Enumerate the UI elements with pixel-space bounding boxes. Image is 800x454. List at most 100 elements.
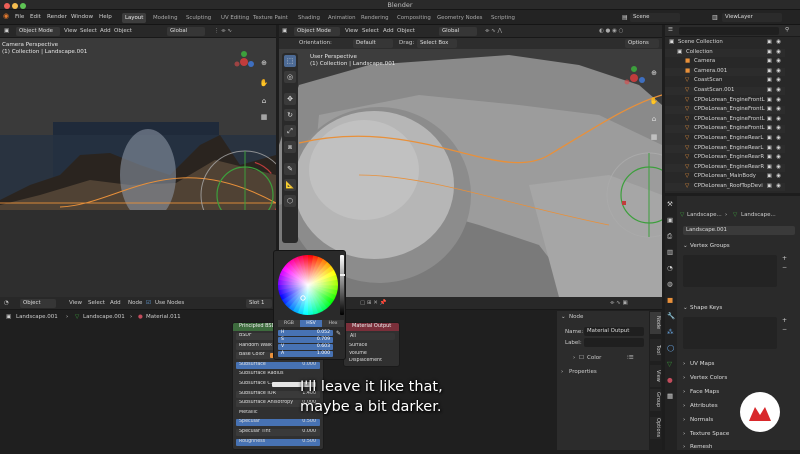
menu-window[interactable]: Window [71,14,93,20]
render-camera-icon[interactable]: ▣ [767,145,772,151]
outliner-row[interactable]: ▽ CoastScan ◉ ▣ [665,77,785,85]
main-zoom-icon[interactable]: ⊕ [648,67,660,79]
outliner-filter-icon[interactable]: ⚲ [785,27,789,33]
visibility-eye-icon[interactable]: ◉ [776,145,781,151]
editor-type-icon[interactable]: ▣ [4,28,9,34]
outliner-row[interactable]: ▽ CPDeLorean_MainBody ◉ ▣ [665,173,785,181]
output-props-icon[interactable]: ⎙ [667,232,672,241]
render-camera-icon[interactable]: ▣ [767,68,772,74]
snap-icon[interactable]: ⋮ ⌯ ∿ [214,28,232,35]
main-snap-icon[interactable]: ⌯ ∿ ⋀ [485,28,502,35]
color-field-v[interactable]: V 0.603 [278,344,333,350]
drag-selector[interactable]: Select Box [417,39,457,48]
left-transform-orientation[interactable]: Global [167,27,205,36]
view-layer-props-icon[interactable]: ▥ [667,248,673,256]
visibility-eye-icon[interactable]: ◉ [776,125,781,131]
principled-input-row[interactable]: Specular Tint 0.000 [236,429,320,436]
material-slot-selector[interactable]: Slot 1 [246,299,272,308]
principled-input-row[interactable]: Roughness 0.500 [236,438,320,446]
outliner-row[interactable]: ▽ CPDeLorean_EngineRearR ◉ ▣ [665,154,785,162]
color-wheel[interactable] [277,254,339,316]
menu-edit[interactable]: Edit [30,14,41,20]
render-camera-icon[interactable]: ▣ [767,135,772,141]
zoom-icon[interactable]: ⊕ [258,57,270,69]
breadcrumb-data[interactable]: Landscape... [741,212,776,218]
sidebar-tab-tool[interactable]: Tool [650,339,661,361]
outliner-search-input[interactable] [679,27,779,35]
main-editor-type-icon[interactable]: ▣ [282,28,287,34]
node-section-chevron-icon[interactable]: ⌄ [561,314,566,320]
left-mode-selector[interactable]: Object Mode [16,27,60,36]
output-target-selector[interactable]: All [347,333,395,340]
mesh-data-props-icon[interactable]: ▽ [667,360,672,368]
use-nodes-checkbox-icon[interactable]: ☑ [146,300,151,306]
render-camera-icon[interactable]: ▣ [767,106,772,112]
visibility-eye-icon[interactable]: ◉ [776,154,781,160]
sidebar-tab-group[interactable]: Group [650,389,661,411]
node-editor-type-icon[interactable]: ◔ [4,300,9,306]
value-slider-handle[interactable] [340,274,345,276]
mesh-data-name-field[interactable]: Landscape.001 [683,226,795,235]
render-camera-icon[interactable]: ▣ [767,87,772,93]
scene-selector[interactable]: Scene [630,13,680,22]
camera-view-icon[interactable]: ⌂ [258,95,270,107]
visibility-eye-icon[interactable]: ◉ [776,68,781,74]
use-nodes-label[interactable]: Use Nodes [155,300,184,306]
outliner-row[interactable]: ▽ CPDeLorean_EngineRearR ◉ ▣ [665,163,785,172]
render-camera-icon[interactable]: ▣ [767,39,772,45]
properties-chevron-icon[interactable]: › [561,369,563,375]
list-add-icon[interactable]: + [782,317,787,324]
list-add-icon[interactable]: + [782,255,787,262]
outliner-row[interactable]: ▣ Scene Collection ◉ ▣ [665,39,785,47]
visibility-eye-icon[interactable]: ◉ [776,97,781,103]
outliner-row[interactable]: ▽ CPDeLorean_EngineFrontL ◉ ▣ [665,97,785,105]
output-socket-row[interactable]: Displacement [347,358,396,365]
menu-file[interactable]: File [15,14,24,20]
main-menu-view[interactable]: View [345,28,358,34]
node-menu-view[interactable]: View [69,300,82,306]
physics-props-icon[interactable]: ◯ [667,344,674,352]
visibility-eye-icon[interactable]: ◉ [776,58,781,64]
visibility-eye-icon[interactable]: ◉ [776,39,781,45]
main-menu-add[interactable]: Add [383,28,394,34]
main-menu-object[interactable]: Object [397,28,415,34]
tab-rgb[interactable]: RGB [278,320,300,327]
modifier-props-icon[interactable]: 🔧 [667,312,675,320]
node-breadcrumb-object[interactable]: Landscape.001 [16,314,58,320]
orientation-selector[interactable]: Default [353,39,393,48]
outliner-row[interactable]: ▽ CPDeLorean_EngineRearL ◉ ▣ [665,135,785,143]
outliner-row[interactable]: ▽ CPDeLorean_EngineFrontL ◉ ▣ [665,125,785,134]
material-props-icon[interactable]: ● [667,376,673,384]
visibility-eye-icon[interactable]: ◉ [776,135,781,141]
color-chevron-icon[interactable]: › [573,355,575,361]
camera-viewport[interactable]: Camera Perspective (1) Collection | Land… [0,25,276,297]
workspace-tab-texture-paint[interactable]: Texture Paint [250,13,291,23]
visibility-eye-icon[interactable]: ◉ [776,87,781,93]
node-menu-node[interactable]: Node [128,300,142,306]
main-transform-orientation[interactable]: Global [439,27,477,36]
node-breadcrumb-mesh[interactable]: Landscape.001 [83,314,125,320]
view-layer-selector[interactable]: ViewLayer [722,13,782,22]
outliner-row[interactable]: ■ Camera.001 ◉ ▣ [665,67,785,76]
visibility-eye-icon[interactable]: ◉ [776,116,781,122]
list-remove-icon[interactable]: − [782,264,787,271]
scene-props-icon[interactable]: ◔ [667,264,673,272]
scale-tool-icon[interactable]: ⤢ [284,125,296,137]
shading-modes-icon[interactable]: ◐ ● ◉ ○ [599,28,623,34]
render-camera-icon[interactable]: ▣ [767,116,772,122]
color-checkbox-icon[interactable]: ☐ [579,355,584,361]
outliner-row[interactable]: ▽ CPDeLorean_RoofTopDevi ◉ ▣ [665,183,785,191]
breadcrumb-object[interactable]: Landscape... [687,212,722,218]
tab-hsv[interactable]: HSV [300,320,322,327]
blender-logo-icon[interactable]: ◉ [3,12,9,20]
main-pan-hand-icon[interactable]: ✋ [648,95,660,107]
particle-props-icon[interactable]: ⁂ [667,328,674,336]
visibility-eye-icon[interactable]: ◉ [776,106,781,112]
node-color-label[interactable]: Color [587,355,601,361]
workspace-tab-uv-editing[interactable]: UV Editing [218,13,252,23]
shape-keys-list[interactable] [683,317,777,349]
workspace-tab-rendering[interactable]: Rendering [358,13,392,23]
add-cube-tool-icon[interactable]: ⬡ [284,195,296,207]
vertex-groups-list[interactable] [683,255,777,287]
node-snap-icons[interactable]: ⌯ ∿ ▣ [610,300,628,307]
